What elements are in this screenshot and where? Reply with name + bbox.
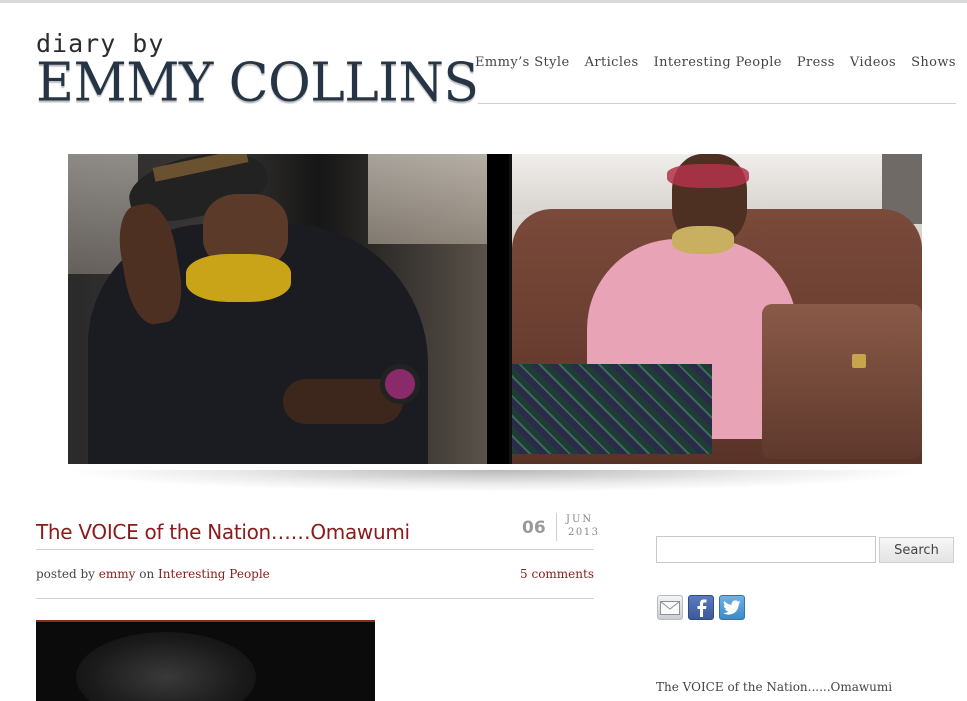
site-logo[interactable]: diary by EMMY COLLINS <box>36 30 481 114</box>
nav-item-articles[interactable]: Articles <box>585 55 639 70</box>
search-input[interactable] <box>656 536 876 563</box>
on-label: on <box>139 567 155 581</box>
main-nav: Emmy’s Style Articles Interesting People… <box>475 55 956 70</box>
logo-title: EMMY COLLINS <box>36 51 479 114</box>
nav-item-shows[interactable]: Shows <box>911 55 956 70</box>
hero-shadow <box>60 470 930 492</box>
post-meta: posted by emmy on Interesting People <box>36 567 270 581</box>
nav-item-interesting-people[interactable]: Interesting People <box>654 55 782 70</box>
facebook-icon[interactable] <box>688 595 714 620</box>
post-header-divider <box>36 549 594 550</box>
top-border <box>0 0 967 3</box>
author-link[interactable]: emmy <box>99 567 136 581</box>
twitter-icon[interactable] <box>719 595 745 620</box>
nav-item-videos[interactable]: Videos <box>850 55 896 70</box>
post-date-year: 2013 <box>568 527 600 538</box>
recent-post-link[interactable]: The VOICE of the Nation......Omawumi <box>656 680 892 694</box>
post-date-month: JUN <box>566 514 594 525</box>
comments-link[interactable]: 5 comments <box>520 567 594 581</box>
hero-banner[interactable] <box>68 154 922 464</box>
date-separator <box>556 513 557 541</box>
post-image[interactable] <box>36 620 375 701</box>
post-title[interactable]: The VOICE of the Nation……Omawumi <box>36 520 410 544</box>
hero-divider <box>487 154 509 464</box>
hero-photo-left <box>68 154 487 464</box>
nav-divider <box>478 103 956 104</box>
mail-icon[interactable] <box>657 595 683 620</box>
search-button[interactable]: Search <box>879 537 954 563</box>
post-meta-divider <box>36 598 594 599</box>
hero-photo-right <box>512 154 922 464</box>
nav-item-emmys-style[interactable]: Emmy’s Style <box>475 55 570 70</box>
posted-by-label: posted by <box>36 567 95 581</box>
nav-item-press[interactable]: Press <box>797 55 835 70</box>
post-date-day: 06 <box>522 518 546 538</box>
category-link[interactable]: Interesting People <box>158 567 270 581</box>
